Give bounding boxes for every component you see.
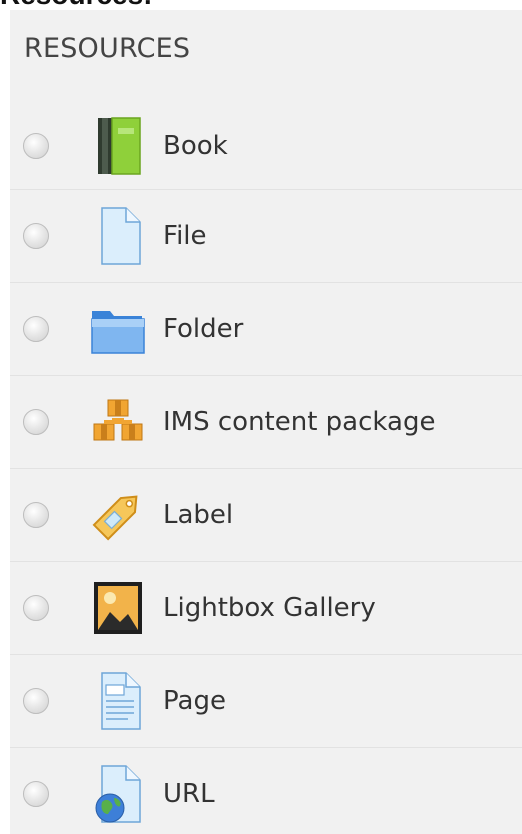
page-heading: Resources: bbox=[0, 0, 153, 10]
book-icon bbox=[88, 114, 148, 178]
radio-button[interactable] bbox=[23, 223, 49, 249]
resource-label: Label bbox=[163, 500, 234, 530]
radio-button[interactable] bbox=[23, 688, 49, 714]
ims-content-package-icon bbox=[88, 390, 148, 454]
resource-option-url[interactable]: URL bbox=[10, 748, 522, 834]
resource-label: Lightbox Gallery bbox=[163, 593, 376, 623]
resource-option-ims-content-package[interactable]: IMS content package bbox=[10, 376, 522, 469]
radio-button[interactable] bbox=[23, 781, 49, 807]
resource-option-folder[interactable]: Folder bbox=[10, 283, 522, 376]
resource-option-label[interactable]: Label bbox=[10, 469, 522, 562]
resource-label: Folder bbox=[163, 314, 244, 344]
resource-list: Book File Folder IMS content package Lab… bbox=[10, 103, 522, 834]
resource-option-page[interactable]: Page bbox=[10, 655, 522, 748]
resource-label: IMS content package bbox=[163, 407, 436, 437]
resources-title: RESOURCES bbox=[24, 33, 191, 64]
gallery-image-icon bbox=[88, 576, 148, 640]
page-icon bbox=[88, 669, 148, 733]
resource-label: Book bbox=[163, 131, 228, 161]
radio-button[interactable] bbox=[23, 409, 49, 435]
radio-button[interactable] bbox=[23, 502, 49, 528]
resource-option-book[interactable]: Book bbox=[10, 103, 522, 190]
resource-label: File bbox=[163, 221, 207, 251]
radio-button[interactable] bbox=[23, 316, 49, 342]
label-tag-icon bbox=[88, 483, 148, 547]
resource-option-file[interactable]: File bbox=[10, 190, 522, 283]
folder-icon bbox=[88, 297, 148, 361]
radio-button[interactable] bbox=[23, 595, 49, 621]
url-globe-icon bbox=[88, 762, 148, 826]
file-icon bbox=[88, 204, 148, 268]
radio-button[interactable] bbox=[23, 133, 49, 159]
resource-option-lightbox-gallery[interactable]: Lightbox Gallery bbox=[10, 562, 522, 655]
resource-label: Page bbox=[163, 686, 226, 716]
resources-panel: RESOURCES Book File Folder IMS content p… bbox=[10, 10, 522, 834]
resource-label: URL bbox=[163, 779, 215, 809]
